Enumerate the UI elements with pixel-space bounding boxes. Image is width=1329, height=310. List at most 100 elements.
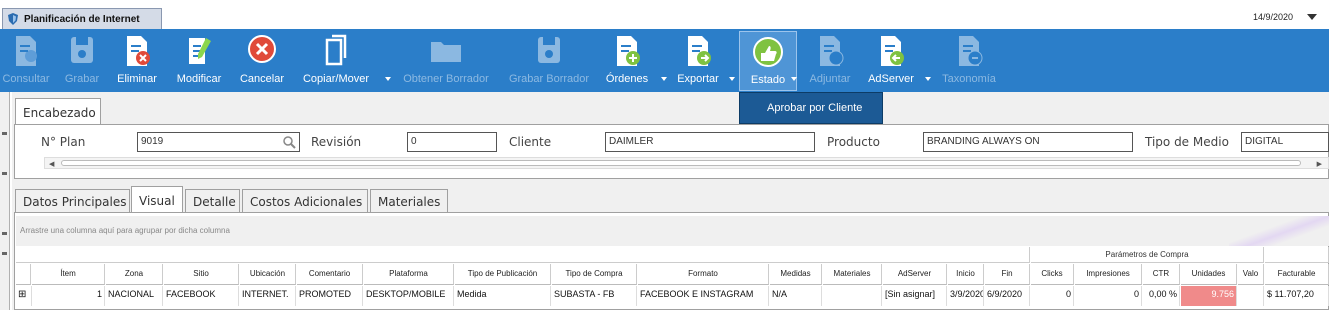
folder-icon xyxy=(431,42,461,62)
orders-icon xyxy=(617,36,640,66)
save-icon xyxy=(71,37,93,63)
row-expand-icon[interactable]: ⊞ xyxy=(16,286,32,306)
table-cell[interactable]: INTERNET. xyxy=(240,286,296,306)
eliminar-button[interactable]: Eliminar xyxy=(112,29,162,92)
taxonomy-icon xyxy=(959,36,983,66)
tab-datos-principales[interactable]: Datos Principales xyxy=(15,189,130,213)
table-cell[interactable]: NACIONAL xyxy=(106,286,163,306)
column-header[interactable]: Facturable xyxy=(1265,264,1329,285)
estado-button[interactable]: Estado xyxy=(739,31,797,91)
revision-label: Revisión xyxy=(311,135,362,149)
scroll-left-icon[interactable]: ◀ xyxy=(49,160,54,168)
column-header[interactable]: Medidas xyxy=(770,264,822,285)
tab-costos-adicionales[interactable]: Costos Adicionales xyxy=(242,189,368,213)
column-header[interactable]: Fin xyxy=(985,264,1030,285)
table-cell[interactable]: $ 11.707,20 xyxy=(1265,286,1329,306)
tipo-medio-field[interactable]: DIGITAL xyxy=(1241,132,1329,152)
search-doc-icon xyxy=(16,36,37,66)
consultar-button[interactable]: Consultar xyxy=(0,29,52,92)
export-icon xyxy=(688,36,711,66)
title-bar: Planificación de Internet 14/9/2020 xyxy=(0,8,1329,29)
group-header-parametros: Parámetros de Compra xyxy=(1031,247,1264,263)
table-cell[interactable]: 0 xyxy=(1075,286,1142,306)
grabar-borrador-button[interactable]: Grabar Borrador xyxy=(505,29,593,92)
table-cell[interactable]: FACEBOOK xyxy=(164,286,239,306)
window-title: Planificación de Internet xyxy=(24,13,140,25)
revision-field[interactable]: 0 xyxy=(407,132,497,152)
cancelar-button[interactable]: Cancelar xyxy=(236,29,288,92)
producto-field[interactable]: BRANDING ALWAYS ON xyxy=(923,132,1133,152)
column-header[interactable]: Unidades xyxy=(1181,264,1237,285)
column-header[interactable]: Ítem xyxy=(32,264,105,285)
search-icon[interactable] xyxy=(282,135,296,149)
column-header[interactable]: Valo xyxy=(1238,264,1264,285)
tab-detalle[interactable]: Detalle xyxy=(185,189,240,213)
table-cell[interactable]: 9.756 xyxy=(1181,286,1237,306)
table-cell[interactable] xyxy=(1238,286,1264,306)
aprobar-por-cliente-item[interactable]: Aprobar por Cliente xyxy=(767,102,862,114)
table-cell[interactable]: 0 xyxy=(1031,286,1074,306)
row-indicator-header xyxy=(16,264,31,285)
table-cell[interactable]: [Sin asignar] xyxy=(883,286,947,306)
scroll-thumb[interactable] xyxy=(61,160,1301,166)
group-panel[interactable]: Arrastre una columna aquí para agrupar p… xyxy=(16,216,1329,246)
obtener-borrador-button[interactable]: Obtener Borrador xyxy=(398,29,494,92)
cliente-field[interactable]: DAIMLER xyxy=(605,132,815,152)
current-date: 14/9/2020 xyxy=(1252,12,1293,22)
cliente-label: Cliente xyxy=(509,135,552,149)
taxonomia-button[interactable]: Taxonomía xyxy=(938,29,1000,92)
table-cell[interactable]: PROMOTED xyxy=(297,286,363,306)
tab-visual[interactable]: Visual xyxy=(131,186,183,213)
copy-icon xyxy=(325,34,347,66)
edit-icon xyxy=(189,38,211,64)
grabar-button[interactable]: Grabar xyxy=(60,29,104,92)
column-header[interactable]: Materiales xyxy=(823,264,882,285)
column-header[interactable]: Clicks xyxy=(1031,264,1074,285)
table-cell[interactable]: 3/9/2020 xyxy=(948,286,984,306)
adserver-button[interactable]: AdServer xyxy=(864,29,918,92)
header-scrollbar[interactable]: ◀ ▶ xyxy=(44,157,1329,169)
copiar-mover-button[interactable]: Copiar/Mover xyxy=(297,29,375,92)
column-header[interactable]: Formato xyxy=(638,264,769,285)
table-cell[interactable] xyxy=(823,286,882,306)
table-cell[interactable]: SUBASTA - FB xyxy=(552,286,637,306)
estado-menu: Aprobar por Cliente xyxy=(739,92,883,124)
column-header[interactable]: CTR xyxy=(1143,264,1180,285)
window-tab[interactable]: Planificación de Internet xyxy=(2,8,162,29)
adjuntar-button[interactable]: Adjuntar xyxy=(803,29,857,92)
table-cell[interactable]: FACEBOOK E INSTAGRAM xyxy=(638,286,769,306)
column-header[interactable]: Tipo de Publicación xyxy=(455,264,551,285)
column-header[interactable]: Ubicación xyxy=(240,264,296,285)
table-cell[interactable]: Medida xyxy=(455,286,551,306)
delete-doc-icon xyxy=(127,36,150,66)
modificar-button[interactable]: Modificar xyxy=(170,29,228,92)
column-header[interactable]: Sitio xyxy=(164,264,239,285)
table-cell[interactable]: 0,00 % xyxy=(1143,286,1180,306)
thumbs-up-icon xyxy=(753,37,783,67)
tab-materiales[interactable]: Materiales xyxy=(370,189,448,213)
table-cell[interactable]: 6/9/2020 xyxy=(985,286,1030,306)
column-header[interactable]: Zona xyxy=(106,264,163,285)
ordenes-button[interactable]: Órdenes xyxy=(603,29,651,92)
table-cell[interactable]: 1 xyxy=(32,286,105,306)
attach-icon xyxy=(820,36,844,66)
left-dock-strip[interactable] xyxy=(0,92,10,310)
exportar-button[interactable]: Exportar xyxy=(673,29,723,92)
column-header[interactable]: Tipo de Compra xyxy=(552,264,637,285)
table-cell[interactable]: N/A xyxy=(770,286,822,306)
column-header[interactable]: Inicio xyxy=(948,264,984,285)
column-header[interactable]: Comentario xyxy=(297,264,363,285)
save-draft-icon xyxy=(538,37,560,63)
plan-label: N° Plan xyxy=(41,135,86,149)
window-menu-dropdown[interactable] xyxy=(1307,14,1317,20)
column-header[interactable]: Impresiones xyxy=(1075,264,1142,285)
plan-field[interactable]: 9019 xyxy=(137,132,300,152)
scroll-right-icon[interactable]: ▶ xyxy=(1317,160,1322,168)
app-shield-icon xyxy=(8,13,18,25)
column-header[interactable]: Plataforma xyxy=(364,264,454,285)
column-header[interactable]: AdServer xyxy=(883,264,947,285)
table-cell[interactable]: DESKTOP/MOBILE xyxy=(364,286,454,306)
producto-label: Producto xyxy=(827,135,880,149)
tab-encabezado[interactable]: Encabezado xyxy=(15,98,101,125)
cancel-icon xyxy=(248,35,276,63)
